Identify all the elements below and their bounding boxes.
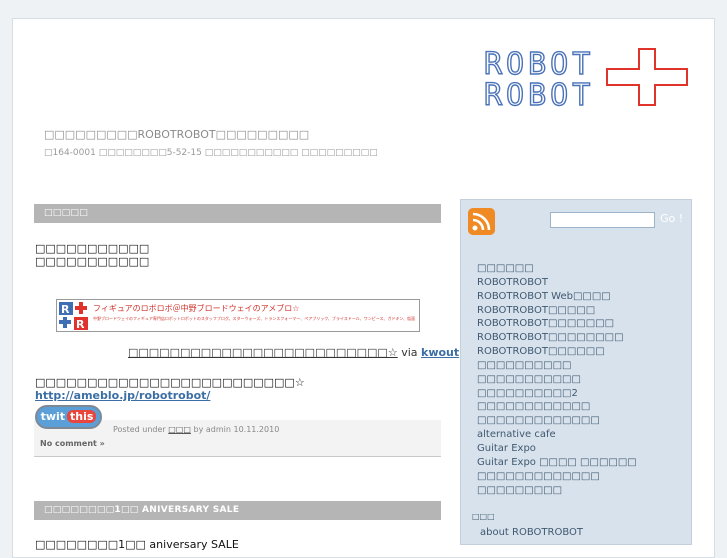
category-link[interactable]: Guitar Expo [477,442,637,456]
site-title: □□□□□□□□□ROBOTROBOT□□□□□□□□□ [44,128,310,141]
category-link[interactable]: ROBOTROBOT [477,276,637,290]
search-go-button[interactable]: Go ! [660,212,683,225]
svg-text:R: R [61,303,70,316]
kwout-link[interactable]: □□□□□□□□□□□□□□□□□□□□□□□□□☆ [128,346,398,359]
category-link[interactable]: ROBOTROBOT Web□□□□ [477,290,637,304]
category-link[interactable]: ROBOTROBOT□□□□□ [477,304,637,318]
post-line-1: □□□□□□□□□□□ [35,242,150,255]
post-title[interactable]: □□□□□ [34,204,441,223]
category-link[interactable]: □□□□□□□□□□2 [477,387,637,401]
banner-subtitle: 中野ブロードウェイのフィギュア専門店ロボットロボットのスタッフブログ。スターウォ… [93,316,415,321]
kwout-via: via [401,346,418,359]
rss-feed-icon[interactable] [468,208,495,235]
post-title-2[interactable]: □□□□□□□□1□□ ANIVERSARY SALE [34,501,441,520]
site-logo[interactable]: ROBOT ROBOT [484,47,690,109]
svg-text:R: R [76,318,85,330]
ameblo-link[interactable]: http://ameblo.jp/robotrobot/ [35,389,210,402]
post-date: 10.11.2010 [233,425,280,434]
robot-logo-icon: R R [59,302,88,330]
logo-line2: ROBOT [484,78,594,109]
category-link[interactable]: □□□□□□□□□□□□ [477,400,637,414]
logo-cross-icon [606,48,688,106]
author: admin [205,425,231,434]
search-input[interactable] [550,212,655,228]
category-link[interactable]: ROBOTROBOT□□□□□□□ [477,317,637,331]
logo-line1: ROBOT [484,47,594,82]
post-line-2: □□□□□□□□□□□ [35,255,150,268]
tweet-button[interactable]: twit this [35,405,102,429]
by-label: by [193,425,204,434]
tweet-button-right: this [67,410,97,423]
category-link[interactable]: □□□ [168,425,191,434]
posted-under-label: Posted under [113,425,166,434]
ameblo-banner[interactable]: R R フィギュアのロボロボ＠中野ブロードウェイのアメブロ☆ 中野ブロードウェイ… [56,299,420,332]
sidebar-about-link[interactable]: about ROBOTROBOT [480,527,583,538]
category-list: □□□□□□ ROBOTROBOT ROBOTROBOT Web□□□□ ROBOTR… [477,262,637,497]
sidebar-section-label: □□□ [472,512,495,521]
tweet-button-left: twit [40,410,66,423]
category-link[interactable]: Guitar Expo □□□□ □□□□□□ [477,456,637,470]
comments-link[interactable]: No comment » [40,439,105,448]
category-link[interactable]: □□□□□□□□□□□□□ [477,414,637,428]
category-link[interactable]: □□□□□□□□□□□ [477,373,637,387]
site-address: □164-0001 □□□□□□□□5-52-15 □□□□□□□□□□□ □□… [44,148,378,158]
category-link[interactable]: □□□□□□□□□□ [477,359,637,373]
category-link[interactable]: □□□□□□□□□ [477,484,637,498]
post-hint: □□□□□□□□□□□□□□□□□□□□□□□□□☆ [35,376,305,389]
category-link[interactable]: ROBOTROBOT□□□□□□ [477,345,637,359]
category-link[interactable]: ROBOTROBOT□□□□□□□□ [477,331,637,345]
post-body: □□□□□□□□□□□ □□□□□□□□□□□ [35,242,440,268]
kwout-brand-link[interactable]: kwout [421,346,459,359]
category-link[interactable]: alternative cafe [477,428,637,442]
kwout-caption: □□□□□□□□□□□□□□□□□□□□□□□□□☆ via kwout [128,346,459,359]
category-link[interactable]: □□□□□□□□□□□□□ [477,470,637,484]
category-link[interactable]: □□□□□□ [477,262,637,276]
post-meta: Posted under □□□ by admin 10.11.2010 [113,425,279,434]
banner-title: フィギュアのロボロボ＠中野ブロードウェイのアメブロ☆ [93,304,300,313]
